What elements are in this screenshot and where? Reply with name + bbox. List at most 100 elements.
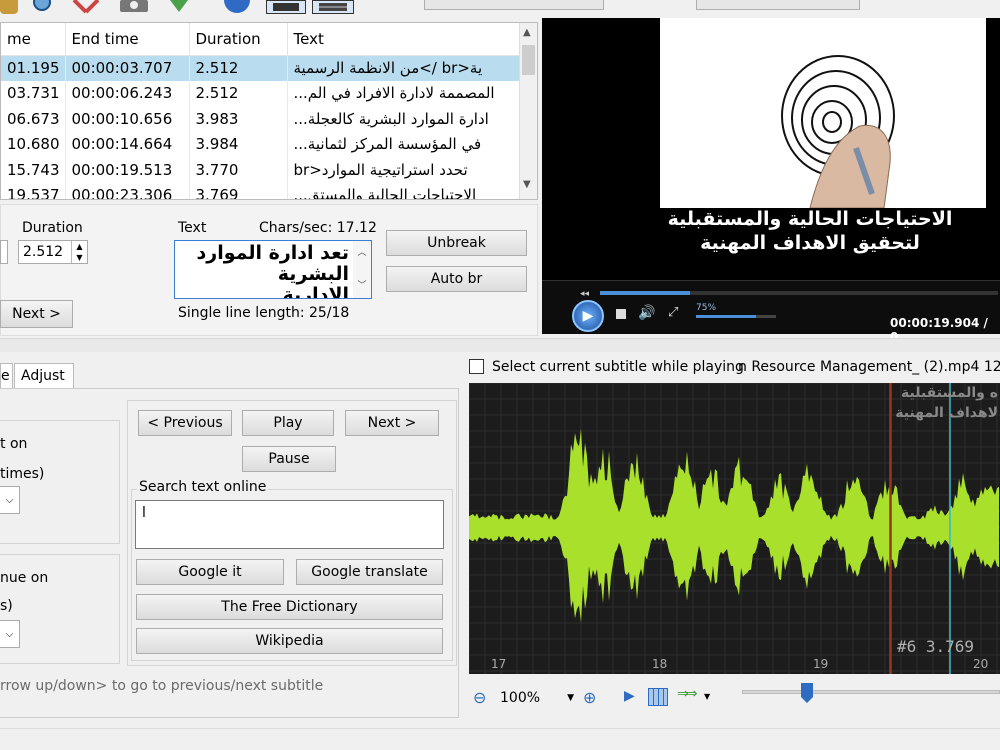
select-subtitle-checkbox[interactable] <box>469 359 484 374</box>
google-translate-button[interactable]: Google translate <box>296 559 443 585</box>
open-icon[interactable] <box>0 0 18 14</box>
play-icon[interactable]: ▶ <box>572 300 604 332</box>
start-time-cell: 06.673 <box>1 106 66 132</box>
slider-thumb[interactable] <box>801 683 813 703</box>
search-icon[interactable] <box>28 0 56 14</box>
camera-icon[interactable] <box>118 0 156 14</box>
scroll-up-icon[interactable]: ▲ <box>523 27 531 38</box>
wikipedia-button[interactable]: Wikipedia <box>136 628 443 654</box>
video-frame <box>660 18 986 209</box>
waveform-subtitle-1: ه والمستقبلية <box>901 385 998 401</box>
video-player[interactable]: الاحتياجات الحالية والمستقبلية لتحقيق ال… <box>542 18 1000 344</box>
next-button[interactable]: Next > <box>0 300 73 328</box>
video-subtitle-line-1: الاحتياجات الحالية والمستقبلية <box>667 208 953 230</box>
table-row[interactable]: 03.731 00:00:06.243 2.512 المصممة لادارة ال… <box>1 80 522 106</box>
tab-partial[interactable]: e <box>0 363 13 389</box>
start-time-cell: 19.537 <box>1 182 66 199</box>
chevron-down-icon[interactable]: ﹀ <box>353 278 371 291</box>
search-label: Search text online <box>137 479 269 495</box>
pause-button[interactable]: Pause <box>242 446 336 472</box>
start-time-stepper[interactable] <box>0 240 8 264</box>
table-row[interactable]: 10.680 00:00:14.664 3.984 في المؤسسة المركز… <box>1 131 522 157</box>
text-cell: ادارة الموارد البشرية كالعجلة... <box>287 106 522 132</box>
column-header-duration[interactable]: Duration <box>189 23 288 56</box>
drawing-hand-image <box>781 55 895 209</box>
table-row[interactable]: 06.673 00:00:10.656 3.983 ادارة الموارد الب… <box>1 106 522 132</box>
table-row[interactable]: 19.537 00:00:23.306 3.769 الاحتياجات الحالي… <box>1 182 522 199</box>
text-cell: تحدد استراتيجية الموارد<br <box>287 157 522 183</box>
zoom-in-icon[interactable]: ⊕ <box>583 688 596 707</box>
media-file-name: n Resource Management_ (2).mp4 1280 <box>738 359 1000 375</box>
dropdown-1[interactable]: ⌵ <box>0 486 20 514</box>
table-row[interactable]: 15.743 00:00:19.513 3.770 تحدد استراتيجية ا… <box>1 157 522 183</box>
scroll-thumb[interactable] <box>522 45 535 75</box>
audio-waveform[interactable]: ه والمستقبلية لاهداف المهنية #6 3.769 17… <box>469 383 1000 674</box>
tick-17: 17 <box>491 657 507 671</box>
rewind-icon[interactable]: ◂◂ <box>580 289 589 299</box>
free-dictionary-button[interactable]: The Free Dictionary <box>136 594 443 620</box>
forward-dropdown-icon[interactable]: ▼ <box>704 692 710 701</box>
fullscreen-icon[interactable]: ⤢ <box>668 305 678 320</box>
help-icon[interactable] <box>222 0 252 14</box>
duration-cell: 3.984 <box>189 131 288 157</box>
tick-20: 20 <box>973 657 989 671</box>
waveform-position-slider[interactable] <box>742 690 1000 694</box>
end-time-cell: 00:00:23.306 <box>65 182 190 199</box>
stop-icon[interactable] <box>616 309 626 319</box>
grid-icon[interactable] <box>648 688 668 706</box>
duration-stepper[interactable]: 2.512 ▲ ▼ <box>18 240 88 264</box>
text-cell: في المؤسسة المركز لثمانية... <box>287 131 522 157</box>
editor-scrollbar[interactable]: ︿ ﹀ <box>353 241 371 298</box>
zoom-out-icon[interactable]: ⊖ <box>473 688 486 707</box>
search-input[interactable]: l <box>135 500 444 549</box>
volume-icon[interactable]: 🔊 <box>638 305 655 321</box>
auto-br-button[interactable]: Auto br <box>386 266 527 292</box>
volume-level <box>696 315 756 318</box>
unbreak-button[interactable]: Unbreak <box>386 230 527 256</box>
column-header-start[interactable]: me <box>1 23 66 56</box>
seek-progress <box>600 291 690 295</box>
chevron-up-icon[interactable]: ︿ <box>353 245 371 258</box>
select-subtitle-label: Select current subtitle while playing <box>492 359 744 375</box>
seek-bar[interactable] <box>600 291 998 295</box>
tab-adjust[interactable]: Adjust <box>14 363 74 389</box>
start-time-cell: 15.743 <box>1 157 66 183</box>
end-time-cell: 00:00:14.664 <box>65 131 190 157</box>
grid-scrollbar[interactable]: ▲ ▼ <box>519 23 537 199</box>
spin-arrows-icon[interactable]: ▲ ▼ <box>71 241 87 263</box>
column-header-text[interactable]: Text <box>287 23 522 56</box>
chevron-down-icon: ⌵ <box>5 494 14 506</box>
google-it-button[interactable]: Google it <box>136 559 284 585</box>
play-button[interactable]: Play <box>242 410 334 436</box>
layout-split-icon[interactable] <box>312 0 354 14</box>
download-arrow-icon[interactable] <box>166 0 192 14</box>
table-row[interactable]: 01.195 00:00:03.707 2.512 ية<br />من الانظم… <box>1 55 522 81</box>
tab-partial-label: e <box>1 368 10 384</box>
zoom-value: 100% <box>500 690 541 706</box>
waveform-canvas[interactable] <box>469 383 1000 674</box>
tools-icon[interactable] <box>70 0 104 14</box>
layout-icon[interactable] <box>266 0 306 14</box>
text-cell: المصممة لادارة الافراد في الم... <box>287 80 522 106</box>
previous-button[interactable]: < Previous <box>138 410 232 436</box>
end-time-cell: 00:00:19.513 <box>65 157 190 183</box>
zoom-select[interactable]: 100% ▼ <box>500 686 578 710</box>
play-selection-icon[interactable]: ▶ <box>624 688 635 704</box>
volume-percent: 75% <box>696 303 717 313</box>
dropdown-arrow-icon: ▼ <box>567 693 574 703</box>
left-text-1: t on <box>0 436 28 452</box>
single-line-length: Single line length: 25/18 <box>178 305 350 321</box>
toolbar-dropdown[interactable] <box>424 0 604 10</box>
subtitle-grid[interactable]: me End time Duration Text 01.195 00:00:03… <box>0 22 538 200</box>
dropdown-2[interactable]: ⌵ <box>0 620 20 648</box>
chevron-down-icon: ⌵ <box>5 628 14 640</box>
subtitle-text-editor[interactable]: تعد ادارة الموارد البشرية الادارية ︿ ﹀ <box>174 240 372 299</box>
search-input-value: l <box>142 505 146 521</box>
scroll-down-icon[interactable]: ▼ <box>523 179 531 190</box>
splitter[interactable] <box>0 338 1000 352</box>
forward-icon[interactable]: ⇒⇒ <box>677 686 698 702</box>
next-button-2[interactable]: Next > <box>345 410 439 436</box>
column-header-end[interactable]: End time <box>65 23 190 56</box>
volume-slider[interactable] <box>696 315 776 318</box>
toolbar-dropdown-2[interactable] <box>696 0 860 10</box>
